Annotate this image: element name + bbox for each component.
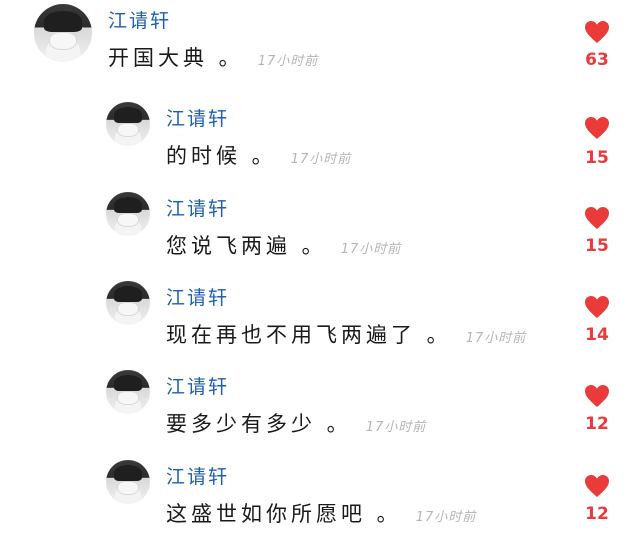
like-count: 12 <box>585 504 609 524</box>
comment-timestamp: 17小时前 <box>465 331 527 346</box>
heart-icon[interactable] <box>584 206 610 230</box>
avatar-hair <box>113 375 143 392</box>
comment-item: 江请轩 您说飞两遍 。 17小时前 15 <box>0 188 640 268</box>
comment-timestamp: 17小时前 <box>340 242 402 257</box>
comment-text: 的时候 。 17小时前 <box>166 140 351 170</box>
comment-timestamp: 17小时前 <box>257 54 319 69</box>
comment-item: 江请轩 的时候 。 17小时前 15 <box>0 98 640 178</box>
comment-item: 江请轩 开国大典 。 17小时前 63 <box>0 0 640 80</box>
avatar-hair <box>44 10 82 32</box>
comment-username[interactable]: 江请轩 <box>166 104 229 131</box>
comment-username[interactable]: 江请轩 <box>166 194 229 221</box>
like-count: 15 <box>585 236 609 256</box>
comment-text: 这盛世如你所愿吧 。 17小时前 <box>166 498 476 528</box>
heart-icon[interactable] <box>584 20 610 44</box>
user-avatar-icon[interactable] <box>34 4 92 62</box>
comment-text: 现在再也不用飞两遍了 。 17小时前 <box>166 319 526 349</box>
avatar-mask <box>118 214 138 227</box>
avatar-hair <box>113 465 143 482</box>
comment-timestamp: 17小时前 <box>415 510 477 525</box>
comment-text: 要多少有多少 。 17小时前 <box>166 408 426 438</box>
like-count: 15 <box>585 148 609 168</box>
heart-icon[interactable] <box>584 295 610 319</box>
comment-item: 江请轩 这盛世如你所愿吧 。 17小时前 12 <box>0 456 640 536</box>
avatar-hair <box>113 286 143 303</box>
user-avatar-icon[interactable] <box>106 370 150 414</box>
avatar-hair <box>113 197 143 214</box>
avatar-mask <box>118 124 138 137</box>
comment-text: 开国大典 。 17小时前 <box>108 42 318 72</box>
user-avatar-icon[interactable] <box>106 281 150 325</box>
comment-username[interactable]: 江请轩 <box>166 283 229 310</box>
comment-message: 这盛世如你所愿吧 。 <box>166 502 402 526</box>
avatar-mask <box>118 303 138 316</box>
user-avatar-icon[interactable] <box>106 102 150 146</box>
avatar-mask <box>118 392 138 405</box>
user-avatar-icon[interactable] <box>106 460 150 504</box>
like-count: 63 <box>585 50 609 70</box>
like-count: 12 <box>585 414 609 434</box>
comment-timestamp: 17小时前 <box>365 420 427 435</box>
heart-icon[interactable] <box>584 474 610 498</box>
comment-message: 的时候 。 <box>166 144 277 168</box>
comment-username[interactable]: 江请轩 <box>108 6 171 33</box>
like-count: 14 <box>585 325 609 345</box>
comment-message: 要多少有多少 。 <box>166 412 352 436</box>
heart-icon[interactable] <box>584 384 610 408</box>
comment-item: 江请轩 要多少有多少 。 17小时前 12 <box>0 366 640 446</box>
comment-timestamp: 17小时前 <box>290 152 352 167</box>
avatar-mask <box>50 33 76 50</box>
comment-text: 您说飞两遍 。 17小时前 <box>166 230 401 260</box>
comment-message: 现在再也不用飞两遍了 。 <box>166 323 452 347</box>
avatar-hair <box>113 107 143 124</box>
comment-message: 您说飞两遍 。 <box>166 234 327 258</box>
comment-item: 江请轩 现在再也不用飞两遍了 。 17小时前 14 <box>0 277 640 357</box>
comment-username[interactable]: 江请轩 <box>166 462 229 489</box>
comment-message: 开国大典 。 <box>108 46 244 70</box>
comment-username[interactable]: 江请轩 <box>166 372 229 399</box>
heart-icon[interactable] <box>584 116 610 140</box>
avatar-mask <box>118 482 138 495</box>
user-avatar-icon[interactable] <box>106 192 150 236</box>
